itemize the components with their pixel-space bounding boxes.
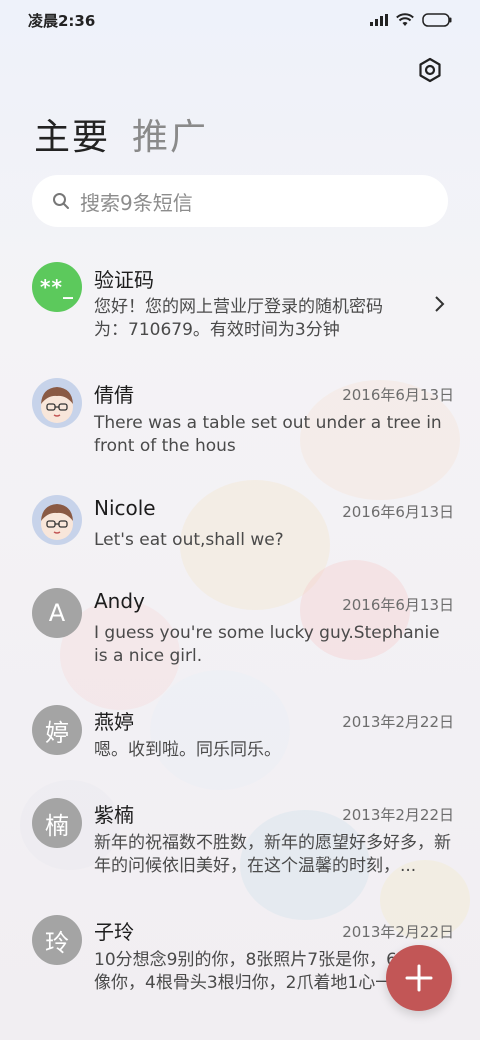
conversation-name: Nicole xyxy=(94,496,156,520)
conversation-name: Andy xyxy=(94,589,145,613)
conversation-date: 2013年2月22日 xyxy=(342,806,454,824)
avatar xyxy=(32,495,82,545)
conversation-name: 紫楠 xyxy=(94,803,134,827)
avatar-letter: 玲 xyxy=(45,928,69,957)
conversation-name: 燕婷 xyxy=(94,710,134,734)
conversation-list: **_ 验证码 您好！您的网上营业厅登录的随机密码为：710679。有效时间为3… xyxy=(0,248,480,1001)
search-icon xyxy=(53,193,69,209)
conversation-item[interactable]: 婷 燕婷 2013年2月22日 嗯。收到啦。同乐同乐。 xyxy=(0,691,480,784)
conversation-date: 2013年2月22日 xyxy=(342,713,454,731)
cartoon-avatar-icon xyxy=(41,387,73,423)
avatar-letter: A xyxy=(48,599,66,627)
battery-icon xyxy=(422,13,452,27)
chevron-right-icon xyxy=(435,296,445,312)
avatar xyxy=(32,378,82,428)
conversation-preview: Let's eat out,shall we? xyxy=(94,530,284,550)
tab-main[interactable]: 主要 xyxy=(34,108,110,160)
avatar: 玲 xyxy=(32,915,82,965)
conversation-item[interactable]: Nicole 2016年6月13日 Let's eat out,shall we… xyxy=(0,481,480,574)
cartoon-avatar-icon xyxy=(41,504,73,540)
conversation-name: 倩倩 xyxy=(94,383,134,407)
conversation-item[interactable]: 楠 紫楠 2013年2月22日 新年的祝福数不胜数，新年的愿望好多好多，新年的问… xyxy=(0,784,480,901)
avatar: A xyxy=(32,588,82,638)
conversation-preview: I guess you're some lucky guy.Stephanie … xyxy=(94,623,440,666)
status-icons xyxy=(370,13,452,27)
settings-icon xyxy=(419,57,441,83)
conversation-item[interactable]: 倩倩 2016年6月13日 There was a table set out … xyxy=(0,364,480,481)
conversation-item[interactable]: **_ 验证码 您好！您的网上营业厅登录的随机密码为：710679。有效时间为3… xyxy=(0,248,480,364)
conversation-date: 2016年6月13日 xyxy=(342,503,454,521)
avatar-letter: 婷 xyxy=(45,718,69,747)
conversation-date: 2013年2月22日 xyxy=(342,923,454,941)
settings-button[interactable] xyxy=(414,54,446,86)
search-placeholder: 搜索9条短信 xyxy=(80,190,193,215)
tab-bar: 主要 推广 xyxy=(34,108,208,160)
status-bar: 凌晨2:36 xyxy=(0,0,480,40)
conversation-name: 验证码 xyxy=(94,268,154,292)
conversation-date: 2016年6月13日 xyxy=(342,386,454,404)
conversation-name: 子玲 xyxy=(94,920,134,944)
plus-icon xyxy=(405,964,433,992)
avatar-text: **_ xyxy=(40,275,74,299)
conversation-preview: 您好！您的网上营业厅登录的随机密码为：710679。有效时间为3分钟 xyxy=(94,297,383,340)
conversation-item[interactable]: A Andy 2016年6月13日 I guess you're some lu… xyxy=(0,574,480,691)
conversation-preview: 嗯。收到啦。同乐同乐。 xyxy=(94,740,281,760)
avatar: 楠 xyxy=(32,798,82,848)
avatar: 婷 xyxy=(32,705,82,755)
new-message-button[interactable] xyxy=(386,945,452,1011)
avatar: **_ xyxy=(32,262,82,312)
search-bar[interactable]: 搜索9条短信 xyxy=(32,175,448,227)
status-time: 凌晨2:36 xyxy=(28,11,96,30)
conversation-date: 2016年6月13日 xyxy=(342,596,454,614)
conversation-preview: 新年的祝福数不胜数，新年的愿望好多好多，新年的问候依旧美好，在这个温馨的时刻，.… xyxy=(94,833,451,876)
signal-icon xyxy=(370,14,388,26)
conversation-preview: There was a table set out under a tree i… xyxy=(94,413,442,456)
wifi-icon xyxy=(396,13,414,26)
tab-promotions[interactable]: 推广 xyxy=(132,108,208,160)
avatar-letter: 楠 xyxy=(45,811,69,840)
